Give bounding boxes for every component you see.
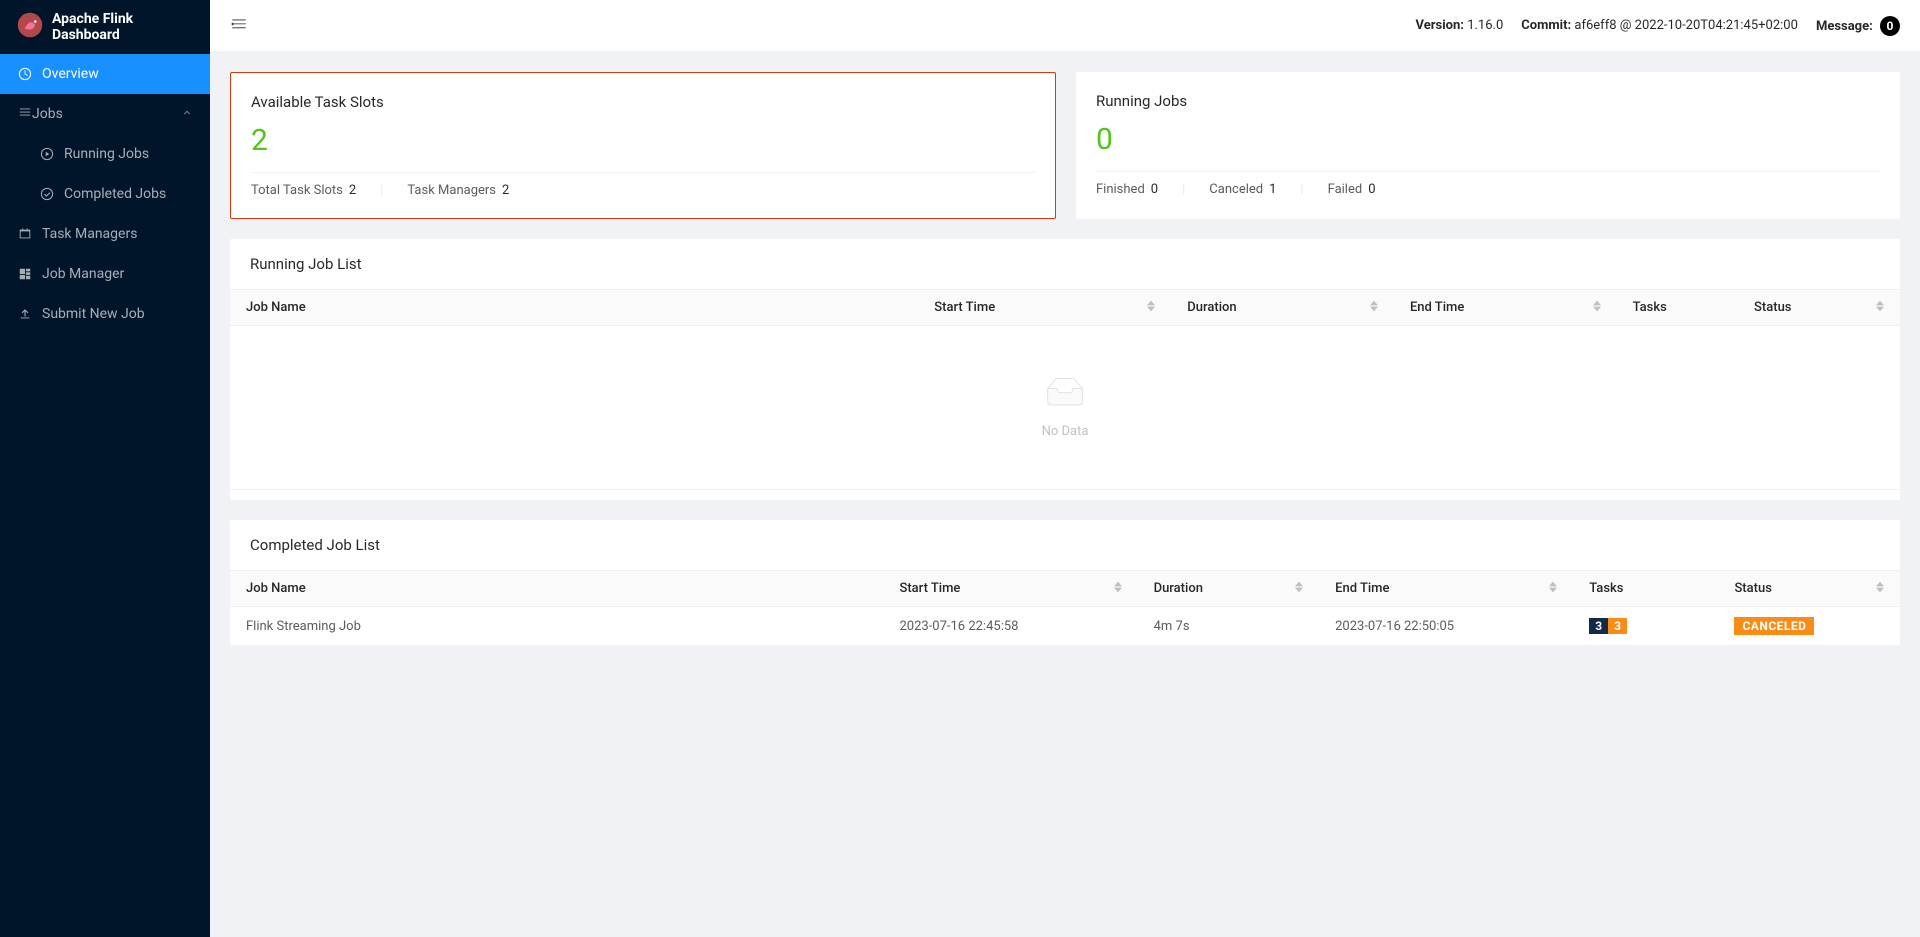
bars-icon — [18, 105, 32, 123]
running-job-list-panel: Running Job List Job Name Start Time Dur… — [230, 239, 1900, 500]
menu-fold-icon[interactable] — [230, 15, 248, 37]
cell-job-name: Flink Streaming Job — [230, 607, 883, 646]
check-circle-icon — [40, 187, 54, 201]
col-status[interactable]: Status — [1718, 571, 1900, 607]
topbar: Version: 1.16.0 Commit: af6eff8 @ 2022-1… — [210, 0, 1920, 52]
available-slots-title: Available Task Slots — [251, 93, 1035, 111]
schedule-icon — [18, 227, 32, 241]
total-slots-stat: Total Task Slots2 — [251, 183, 356, 198]
empty-icon — [1041, 376, 1089, 412]
running-jobs-card: Running Jobs 0 Finished0 | Canceled1 | F… — [1076, 72, 1900, 219]
completed-job-table: Job Name Start Time Duration End Time Ta… — [230, 571, 1900, 645]
cell-duration: 4m 7s — [1138, 607, 1320, 646]
content: Available Task Slots 2 Total Task Slots2… — [210, 52, 1920, 685]
nav-completed-jobs[interactable]: Completed Jobs — [0, 174, 210, 214]
sort-icon — [1147, 300, 1155, 312]
running-jobs-value: 0 — [1096, 122, 1880, 157]
flink-logo-icon — [16, 11, 52, 43]
version-block: Version: 1.16.0 — [1416, 18, 1504, 33]
logo-area: Apache Flink Dashboard — [0, 0, 210, 54]
col-duration[interactable]: Duration — [1171, 290, 1394, 326]
col-tasks: Tasks — [1573, 571, 1718, 607]
sort-icon — [1876, 581, 1884, 593]
build-icon — [18, 267, 32, 281]
nav-running-jobs[interactable]: Running Jobs — [0, 134, 210, 174]
task-managers-stat: Task Managers2 — [407, 183, 509, 198]
completed-job-list-title: Completed Job List — [230, 520, 1900, 570]
sort-icon — [1114, 581, 1122, 593]
message-block: Message: 0 — [1816, 16, 1900, 36]
sort-icon — [1876, 300, 1884, 312]
empty-text: No Data — [246, 424, 1884, 439]
col-job-name[interactable]: Job Name — [230, 571, 883, 607]
running-jobs-title: Running Jobs — [1096, 92, 1880, 110]
failed-stat: Failed0 — [1328, 182, 1376, 197]
nav-submit-new-job[interactable]: Submit New Job — [0, 294, 210, 334]
nav-job-manager-label: Job Manager — [42, 266, 124, 282]
upload-icon — [18, 307, 32, 321]
table-row[interactable]: Flink Streaming Job 2023-07-16 22:45:58 … — [230, 607, 1900, 646]
nav-submit-new-job-label: Submit New Job — [42, 306, 145, 322]
main: Version: 1.16.0 Commit: af6eff8 @ 2022-1… — [210, 0, 1920, 937]
col-end-time[interactable]: End Time — [1394, 290, 1617, 326]
nav-job-manager[interactable]: Job Manager — [0, 254, 210, 294]
sort-icon — [1370, 300, 1378, 312]
sort-icon — [1593, 300, 1601, 312]
cell-tasks: 33 — [1573, 607, 1718, 646]
col-tasks: Tasks — [1617, 290, 1738, 326]
col-status[interactable]: Status — [1738, 290, 1900, 326]
nav-jobs-label: Jobs — [32, 106, 63, 122]
dashboard-icon — [18, 67, 32, 81]
cell-end-time: 2023-07-16 22:50:05 — [1319, 607, 1573, 646]
nav-jobs[interactable]: Jobs — [0, 94, 210, 134]
status-badge: CANCELED — [1734, 617, 1814, 635]
sort-icon — [1295, 581, 1303, 593]
running-job-table: Job Name Start Time Duration End Time Ta… — [230, 290, 1900, 489]
task-badge-state: 3 — [1608, 618, 1627, 634]
empty-state: No Data — [246, 336, 1884, 479]
nav-task-managers[interactable]: Task Managers — [0, 214, 210, 254]
col-job-name[interactable]: Job Name — [230, 290, 918, 326]
col-start-time[interactable]: Start Time — [918, 290, 1171, 326]
chevron-up-icon — [182, 106, 192, 122]
nav-task-managers-label: Task Managers — [42, 226, 137, 242]
running-job-list-title: Running Job List — [230, 239, 1900, 289]
canceled-stat: Canceled1 — [1209, 182, 1276, 197]
available-slots-value: 2 — [251, 123, 1035, 158]
finished-stat: Finished0 — [1096, 182, 1158, 197]
nav-overview[interactable]: Overview — [0, 54, 210, 94]
message-count-badge[interactable]: 0 — [1880, 16, 1900, 36]
task-badge-total: 3 — [1589, 618, 1608, 634]
play-circle-icon — [40, 147, 54, 161]
commit-block: Commit: af6eff8 @ 2022-10-20T04:21:45+02… — [1521, 18, 1798, 33]
col-end-time[interactable]: End Time — [1319, 571, 1573, 607]
col-start-time[interactable]: Start Time — [883, 571, 1137, 607]
completed-job-list-panel: Completed Job List Job Name Start Time D… — [230, 520, 1900, 645]
available-slots-card: Available Task Slots 2 Total Task Slots2… — [230, 72, 1056, 219]
nav-menu: Overview Jobs Running Jobs — [0, 54, 210, 334]
topbar-right: Version: 1.16.0 Commit: af6eff8 @ 2022-1… — [1416, 16, 1900, 36]
logo-text: Apache Flink Dashboard — [52, 11, 194, 43]
col-duration[interactable]: Duration — [1138, 571, 1320, 607]
cell-start-time: 2023-07-16 22:45:58 — [883, 607, 1137, 646]
nav-completed-jobs-label: Completed Jobs — [64, 186, 166, 202]
nav-running-jobs-label: Running Jobs — [64, 146, 149, 162]
sidebar: Apache Flink Dashboard Overview Jobs — [0, 0, 210, 937]
cell-status: CANCELED — [1718, 607, 1900, 646]
sort-icon — [1549, 581, 1557, 593]
nav-overview-label: Overview — [42, 66, 99, 82]
